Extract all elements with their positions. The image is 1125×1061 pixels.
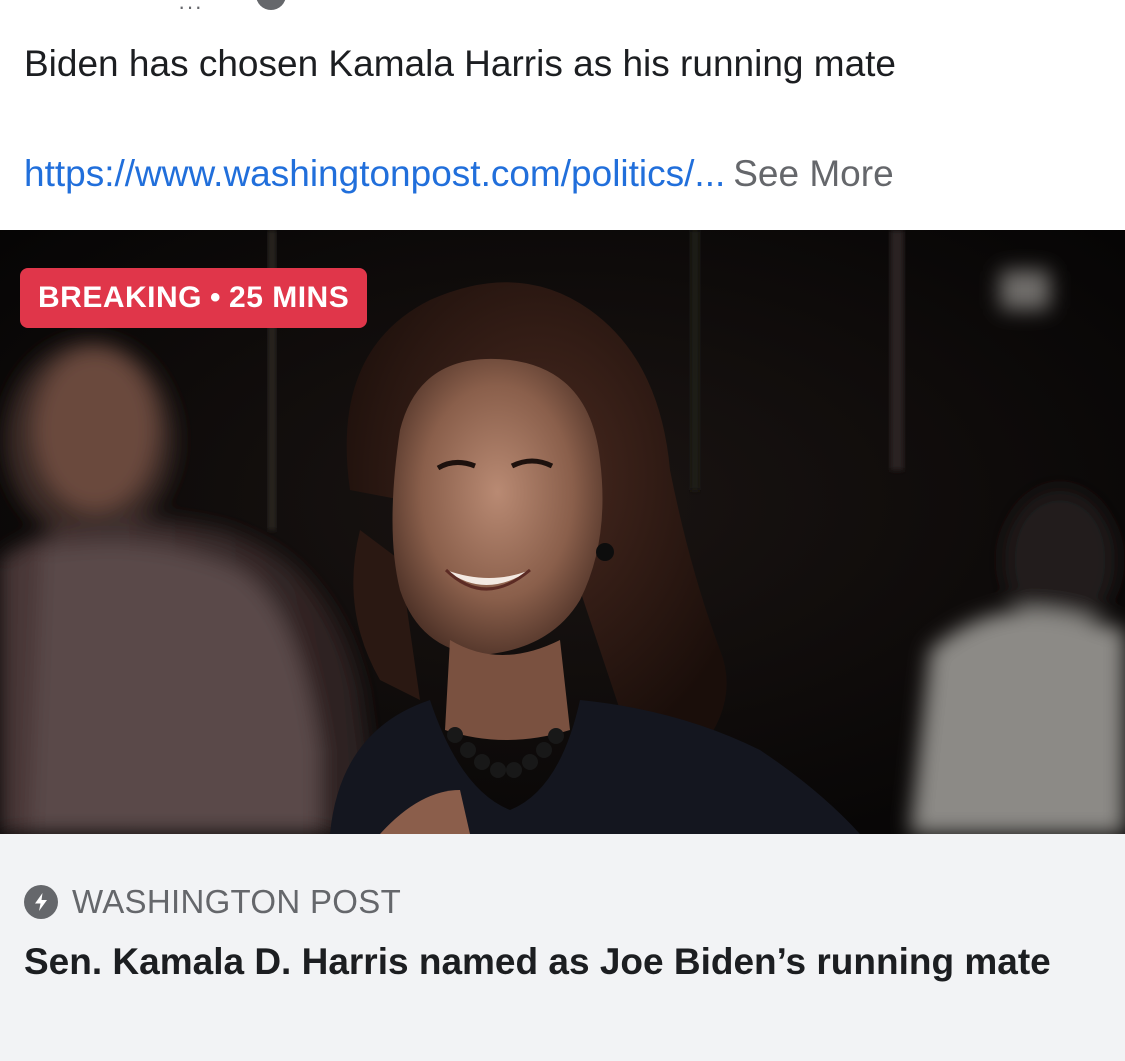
- post-link-row: https://www.washingtonpost.com/politics/…: [24, 150, 894, 198]
- breaking-badge: BREAKING • 25 MINS: [20, 268, 368, 328]
- source-row: WASHINGTON POST: [24, 880, 401, 924]
- post-text: Biden has chosen Kamala Harris as his ru…: [24, 43, 897, 84]
- globe-icon: [256, 0, 286, 10]
- badge-label: BREAKING: [38, 281, 203, 314]
- post-header-cropped: ···: [0, 0, 1125, 14]
- bolt-icon: [24, 885, 58, 919]
- more-dots-icon: ···: [178, 0, 203, 14]
- article-link[interactable]: https://www.washingtonpost.com/politics/…: [24, 153, 725, 194]
- badge-time: 25 MINS: [229, 281, 350, 314]
- source-name: WASHINGTON POST: [72, 883, 402, 920]
- see-more-link[interactable]: See More: [733, 153, 893, 194]
- badge-separator: •: [210, 281, 222, 314]
- article-headline[interactable]: Sen. Kamala D. Harris named as Joe Biden…: [24, 938, 1104, 986]
